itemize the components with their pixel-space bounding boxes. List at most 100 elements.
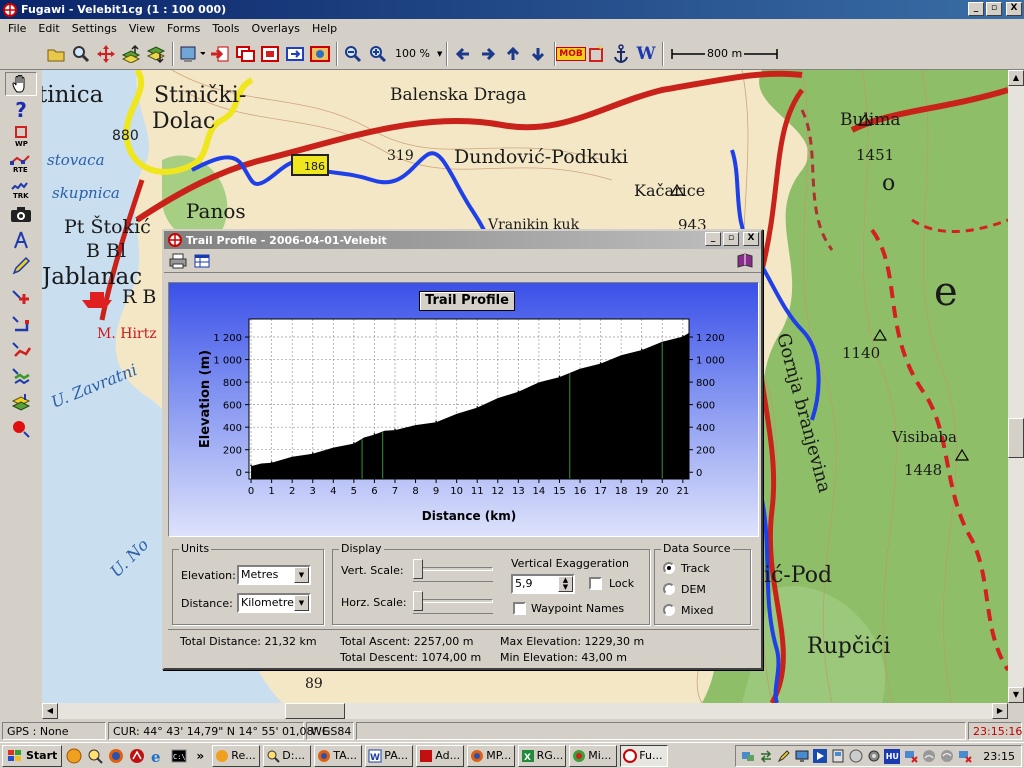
elevation-units-select[interactable]: Metres ▼	[237, 565, 311, 585]
quicklaunch-ie-icon[interactable]: e	[149, 747, 167, 765]
minimize-button[interactable]: _	[968, 2, 984, 16]
task-button[interactable]: Ad...	[416, 744, 465, 767]
route-tool-button[interactable]: RTE	[5, 150, 37, 174]
task-button-active[interactable]: Fu...	[620, 744, 669, 767]
dialog-minimize-button[interactable]: _	[705, 232, 721, 246]
waypoint-button[interactable]: W	[634, 42, 658, 66]
find-button[interactable]	[69, 42, 93, 66]
tray-monitor-icon[interactable]	[794, 749, 809, 764]
mixed-radio[interactable]	[663, 604, 675, 616]
menu-forms[interactable]: Forms	[161, 22, 206, 35]
refresh-button[interactable]	[283, 42, 307, 66]
waypoint-names-checkbox[interactable]	[513, 602, 526, 615]
tray-lan-error-icon[interactable]	[957, 749, 972, 764]
pan-up-button[interactable]	[501, 42, 525, 66]
scroll-up-button[interactable]: ▲	[1008, 70, 1024, 86]
start-button[interactable]: Start	[2, 744, 63, 767]
zoom-dropdown[interactable]: 100 % ▼	[391, 43, 443, 65]
gps-device-button[interactable]	[177, 42, 207, 66]
scroll-right-button[interactable]: ▶	[992, 703, 1008, 719]
dialog-maximize-button[interactable]: ▫	[723, 232, 739, 246]
print-window-button[interactable]	[258, 42, 282, 66]
task-button[interactable]: Mi...	[569, 744, 618, 767]
tray-pen-icon[interactable]	[776, 749, 791, 764]
slider-thumb[interactable]	[413, 559, 423, 579]
horz-scale-slider[interactable]	[413, 591, 493, 615]
quicklaunch-cmd-icon[interactable]: C:\	[170, 747, 188, 765]
tray-signal-icon[interactable]	[921, 749, 936, 764]
scroll-thumb[interactable]	[1008, 418, 1024, 458]
tray-arrows-icon[interactable]	[758, 749, 773, 764]
waypoint-tool-button[interactable]: WP	[5, 124, 37, 148]
waypoint-edit-button[interactable]	[5, 286, 37, 310]
tray-language-indicator[interactable]: HU	[884, 748, 901, 764]
tray-globe-icon[interactable]	[848, 749, 863, 764]
dem-radio[interactable]	[663, 583, 675, 595]
vert-scale-slider[interactable]	[413, 559, 493, 583]
tray-network-error-icon[interactable]	[903, 749, 918, 764]
dialog-close-button[interactable]: X	[743, 232, 759, 246]
scroll-thumb[interactable]	[285, 703, 345, 719]
tray-clock[interactable]: 23:15	[983, 750, 1015, 763]
scroll-left-button[interactable]: ◀	[42, 703, 58, 719]
spinner-buttons[interactable]: ▲ ▼	[558, 576, 573, 592]
copy-window-button[interactable]	[233, 42, 257, 66]
send-to-gps-button[interactable]	[208, 42, 232, 66]
vertical-exaggeration-spinner[interactable]: 5,9 ▲ ▼	[511, 574, 575, 594]
track-radio[interactable]	[663, 562, 675, 574]
task-button[interactable]: W PA...	[365, 744, 414, 767]
menu-file[interactable]: File	[2, 22, 32, 35]
pan-down-button[interactable]	[526, 42, 550, 66]
tray-device-icon[interactable]	[830, 749, 845, 764]
chevron-down-icon[interactable]: ▼	[294, 567, 309, 583]
print-button[interactable]	[168, 252, 188, 270]
menu-view[interactable]: View	[123, 22, 161, 35]
distance-units-select[interactable]: Kilometres ▼	[237, 593, 311, 613]
layers-down-button[interactable]	[144, 42, 168, 66]
position-marker-button[interactable]	[5, 416, 37, 440]
marker-button[interactable]	[584, 42, 608, 66]
close-button[interactable]: X	[1006, 2, 1022, 16]
scroll-down-button[interactable]: ▼	[1008, 687, 1024, 703]
tray-play-icon[interactable]	[812, 749, 827, 764]
menu-edit[interactable]: Edit	[32, 22, 65, 35]
maximize-button[interactable]: ▫	[986, 2, 1002, 16]
camera-button[interactable]	[5, 202, 37, 226]
hand-tool-button[interactable]	[5, 72, 37, 96]
route-edit-button[interactable]	[5, 312, 37, 336]
zoom-in-button[interactable]	[366, 42, 390, 66]
pen-tool-button[interactable]	[5, 254, 37, 278]
layers-up-button[interactable]	[119, 42, 143, 66]
tray-gear-icon[interactable]	[866, 749, 881, 764]
menu-tools[interactable]: Tools	[206, 22, 245, 35]
quicklaunch-firefox-icon[interactable]	[107, 747, 125, 765]
dialog-titlebar[interactable]: Trail Profile - 2006-04-01-Velebit _ ▫ X	[164, 231, 761, 249]
compass-tool-button[interactable]	[5, 228, 37, 252]
anchor-button[interactable]	[609, 42, 633, 66]
profile-chart[interactable]: Trail Profile 0 1 2 3 4 5 6 7 8 9 10 11 12 13 14 15 16 17…	[168, 282, 759, 537]
help-button[interactable]: ?	[5, 98, 37, 122]
open-folder-button[interactable]	[44, 42, 68, 66]
pan-left-button[interactable]	[451, 42, 475, 66]
tray-wireless-icon[interactable]	[939, 749, 954, 764]
menu-settings[interactable]: Settings	[66, 22, 123, 35]
task-button[interactable]: TA...	[314, 744, 363, 767]
lock-checkbox[interactable]	[589, 577, 602, 590]
chevron-down-icon[interactable]: ▼	[294, 595, 309, 611]
book-button[interactable]	[735, 252, 755, 270]
quicklaunch-orange-icon[interactable]	[65, 747, 83, 765]
pan-right-button[interactable]	[476, 42, 500, 66]
layer-edit-button[interactable]	[5, 390, 37, 414]
map-image-button[interactable]	[308, 42, 332, 66]
man-overboard-button[interactable]: MOB	[556, 42, 586, 66]
task-button[interactable]: Re...	[212, 744, 261, 767]
track-edit-button[interactable]	[5, 364, 37, 388]
horizontal-scrollbar[interactable]: ◀ ▶	[42, 703, 1008, 719]
track-tool-button[interactable]: TRK	[5, 176, 37, 200]
table-view-button[interactable]	[192, 252, 212, 270]
task-button[interactable]: X RG...	[518, 744, 567, 767]
vertical-scrollbar[interactable]: ▲ ▼	[1008, 70, 1024, 703]
quicklaunch-search-icon[interactable]	[86, 747, 104, 765]
slider-thumb[interactable]	[413, 591, 423, 611]
quicklaunch-acrobat-icon[interactable]	[128, 747, 146, 765]
